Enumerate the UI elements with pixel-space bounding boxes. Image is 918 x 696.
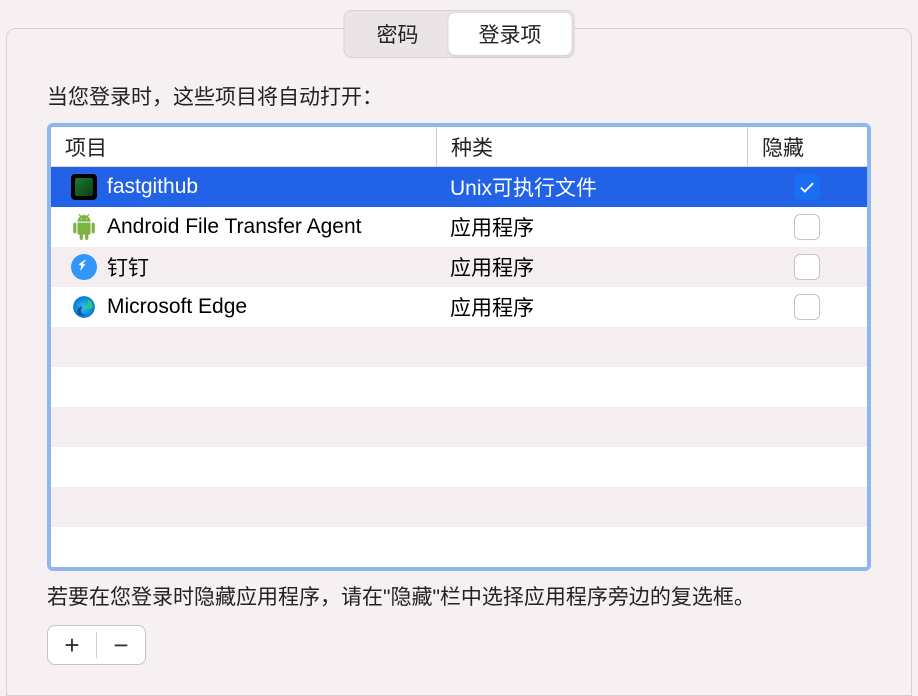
cell-kind: 应用程序 <box>436 247 747 287</box>
item-name: Android File Transfer Agent <box>107 215 361 239</box>
cell-hide <box>747 207 867 247</box>
terminal-icon <box>71 174 97 200</box>
empty-row <box>51 487 867 527</box>
item-name: 钉钉 <box>107 252 149 282</box>
table-row[interactable]: fastgithub Unix可执行文件 <box>51 167 867 207</box>
add-button[interactable]: + <box>48 626 96 664</box>
empty-row <box>51 447 867 487</box>
column-header-kind[interactable]: 种类 <box>436 127 747 166</box>
cell-hide <box>747 167 867 207</box>
table-row[interactable]: Microsoft Edge 应用程序 <box>51 287 867 327</box>
intro-label: 当您登录时，这些项目将自动打开： <box>47 81 871 111</box>
remove-button[interactable]: − <box>97 626 145 664</box>
cell-item: Microsoft Edge <box>51 287 436 327</box>
tab-password[interactable]: 密码 <box>347 13 449 55</box>
login-items-table: 项目 种类 隐藏 fastgithubUnix可执行文件Android File… <box>47 123 871 571</box>
table-row[interactable]: Android File Transfer Agent 应用程序 <box>51 207 867 247</box>
add-remove-toolbar: + − <box>47 625 146 665</box>
table-body: fastgithubUnix可执行文件Android File Transfer… <box>51 167 867 567</box>
empty-row <box>51 407 867 447</box>
dingtalk-icon <box>71 254 97 280</box>
cell-kind: 应用程序 <box>436 207 747 247</box>
hide-checkbox[interactable] <box>794 214 820 240</box>
empty-row <box>51 327 867 367</box>
item-name: Microsoft Edge <box>107 295 247 319</box>
column-header-hide[interactable]: 隐藏 <box>747 127 867 166</box>
tab-bar: 密码 登录项 <box>344 10 575 58</box>
cell-item: Android File Transfer Agent <box>51 207 436 247</box>
hide-checkbox[interactable] <box>794 254 820 280</box>
edge-icon <box>71 294 97 320</box>
empty-row <box>51 527 867 567</box>
item-name: fastgithub <box>107 175 198 199</box>
android-icon <box>71 214 97 240</box>
hide-checkbox[interactable] <box>794 294 820 320</box>
cell-hide <box>747 247 867 287</box>
cell-item: fastgithub <box>51 167 436 207</box>
empty-row <box>51 367 867 407</box>
cell-hide <box>747 287 867 327</box>
cell-item: 钉钉 <box>51 247 436 287</box>
preferences-pane: 当您登录时，这些项目将自动打开： 项目 种类 隐藏 fastgithub Unix… <box>6 28 912 696</box>
cell-kind: 应用程序 <box>436 287 747 327</box>
hint-label: 若要在您登录时隐藏应用程序，请在"隐藏"栏中选择应用程序旁边的复选框。 <box>47 581 871 611</box>
table-row[interactable]: 钉钉 应用程序 <box>51 247 867 287</box>
hide-checkbox[interactable] <box>794 174 820 200</box>
column-header-item[interactable]: 项目 <box>51 127 436 166</box>
cell-kind: Unix可执行文件 <box>436 167 747 207</box>
tab-login-items[interactable]: 登录项 <box>449 13 572 55</box>
table-header: 项目 种类 隐藏 <box>51 127 867 167</box>
